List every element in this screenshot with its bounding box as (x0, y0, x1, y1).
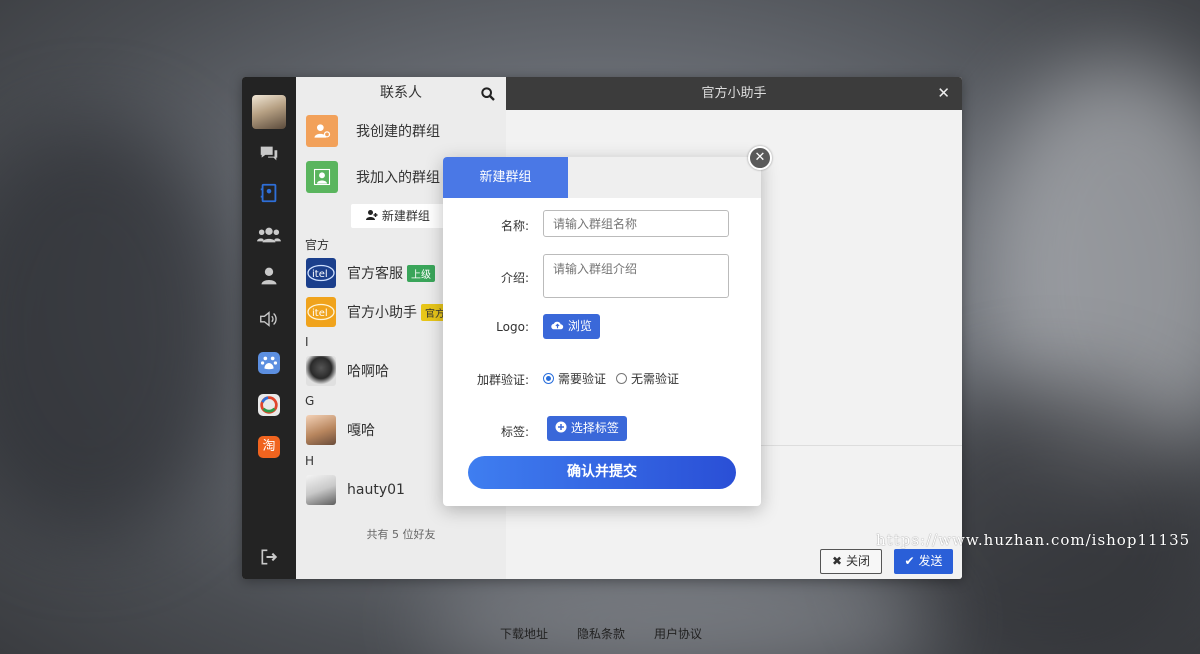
section-header: H (305, 454, 315, 468)
cloud-upload-icon (551, 319, 568, 333)
modal-close-icon[interactable]: ✕ (748, 146, 772, 170)
add-user-icon (366, 209, 382, 223)
name-label: 名称: (500, 219, 529, 233)
user-avatar[interactable] (252, 95, 286, 129)
send-button[interactable]: ✔ 发送 (894, 549, 953, 574)
tag-label: 标签: (500, 425, 529, 439)
choose-tag-button[interactable]: 选择标签 (547, 416, 627, 441)
radio-need-verify[interactable]: 需要验证 (543, 370, 606, 387)
svg-text:itel: itel (312, 308, 328, 319)
close-label: 关闭 (845, 554, 870, 568)
section-header: 官方 (305, 238, 330, 252)
friend-total: 共有 5 位好友 (366, 528, 436, 541)
send-label: 发送 (918, 554, 943, 568)
radio-dot (616, 373, 627, 384)
friend-avatar (306, 475, 336, 505)
baidu-icon[interactable] (258, 352, 280, 374)
footer-link-agreement[interactable]: 用户协议 (654, 625, 702, 642)
watermark: https://www.huzhan.com/ishop11135 (876, 531, 1191, 549)
logo-label: Logo: (496, 320, 529, 334)
browse-label: 浏览 (567, 319, 592, 333)
group-name-input[interactable] (543, 210, 729, 237)
logout-icon[interactable] (257, 547, 281, 571)
new-group-button[interactable]: 新建群组 (351, 204, 445, 228)
radio-dot (543, 373, 554, 384)
friend-name: 官方客服 (347, 266, 403, 282)
intro-label: 介绍: (500, 271, 529, 285)
plus-circle-icon (555, 421, 571, 435)
footer-links: 下载地址 隐私条款 用户协议 (0, 625, 1200, 642)
contacts-book-icon[interactable] (257, 182, 281, 206)
svg-text:itel: itel (312, 269, 328, 280)
section-header: I (305, 335, 309, 349)
friend-avatar (306, 356, 336, 386)
radio-label: 无需验证 (631, 372, 680, 386)
verify-label: 加群验证: (476, 373, 529, 387)
speaker-icon[interactable] (257, 308, 281, 332)
friend-badge: 上级 (407, 264, 435, 282)
friend-name: 官方小助手 (347, 305, 417, 321)
group-created-icon (306, 115, 338, 147)
friend-avatar (306, 415, 336, 445)
radio-no-verify[interactable]: 无需验证 (616, 370, 679, 387)
close-icon[interactable]: ✕ (937, 77, 950, 110)
friend-name: 哈啊哈 (347, 364, 389, 380)
group-intro-input[interactable] (543, 254, 729, 298)
qq-browser-icon[interactable] (258, 394, 280, 416)
nav-rail: 淘 (242, 77, 296, 579)
intel-avatar: itel (306, 297, 336, 327)
group-label: 我创建的群组 (356, 124, 440, 140)
group-label: 我加入的群组 (356, 170, 440, 186)
search-icon[interactable] (480, 77, 496, 114)
background-blur (0, 120, 240, 540)
contacts-header: 联系人 (296, 77, 506, 110)
close-icon: ✖ (832, 554, 843, 568)
footer-link-download[interactable]: 下载地址 (500, 625, 548, 642)
user-icon[interactable] (257, 266, 281, 290)
new-group-modal: 新建群组 ✕ 名称: 介绍: Logo: 浏览 加群验证: 需要验证 无需验证 … (443, 146, 772, 506)
taobao-icon[interactable]: 淘 (258, 436, 280, 458)
radio-label: 需要验证 (558, 372, 607, 386)
intel-avatar: itel (306, 258, 336, 288)
group-users-icon[interactable] (257, 224, 281, 248)
group-joined-icon (306, 161, 338, 193)
choose-tag-label: 选择标签 (570, 421, 619, 435)
friend-name: hauty01 (347, 482, 405, 498)
tab-new-group[interactable]: 新建群组 (443, 157, 568, 198)
check-icon: ✔ (904, 554, 915, 568)
close-button[interactable]: ✖ 关闭 (820, 549, 882, 574)
chat-title-bar: 官方小助手 ✕ (506, 77, 962, 110)
chat-title: 官方小助手 (701, 86, 767, 101)
my-joined-groups[interactable]: 我加入的群组 (306, 160, 440, 194)
submit-button[interactable]: 确认并提交 (468, 456, 736, 489)
contacts-title: 联系人 (380, 85, 422, 101)
friend-name: 嘎哈 (347, 423, 375, 439)
section-header: G (305, 394, 315, 408)
new-group-label: 新建群组 (381, 209, 430, 223)
browse-button[interactable]: 浏览 (543, 314, 600, 339)
footer-link-privacy[interactable]: 隐私条款 (577, 625, 625, 642)
modal-tabs: 新建群组 (443, 157, 761, 198)
my-created-groups[interactable]: 我创建的群组 (306, 114, 440, 148)
chat-bubble-icon[interactable] (257, 142, 281, 166)
